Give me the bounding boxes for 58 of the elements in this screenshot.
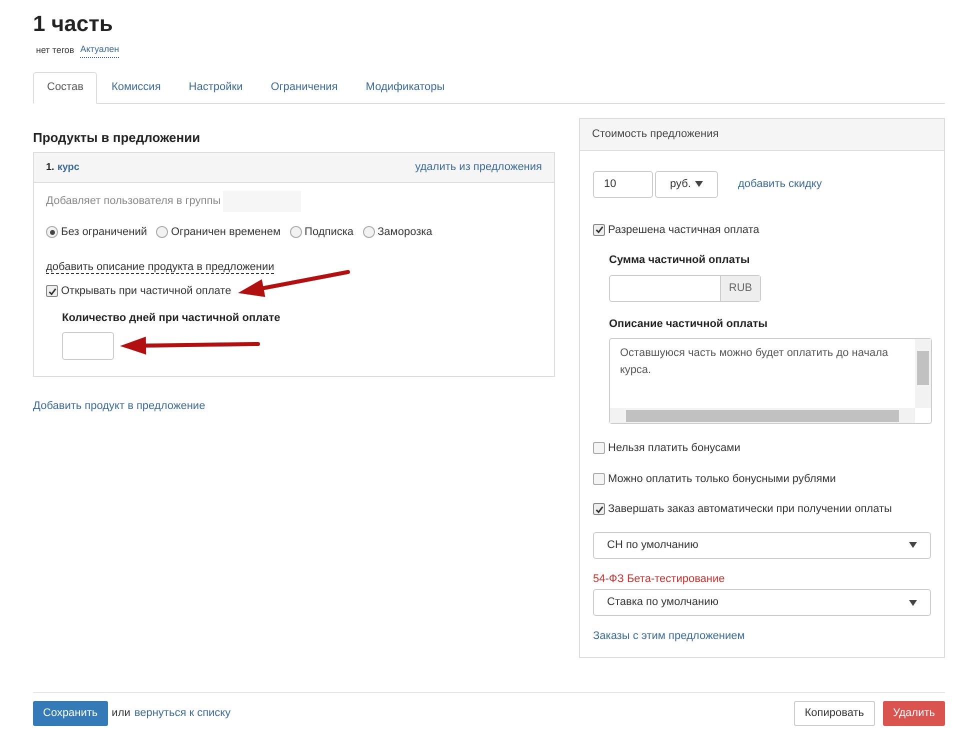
radio-button[interactable] — [156, 226, 168, 238]
radio-label: Без ограничений — [61, 225, 147, 240]
tab[interactable]: Модификаторы — [352, 72, 459, 104]
checkbox[interactable] — [46, 285, 58, 298]
product-link[interactable]: курс — [57, 160, 80, 175]
caret-icon — [695, 181, 703, 187]
days-input[interactable] — [62, 332, 114, 360]
radio-label: Ограничен временем — [171, 225, 281, 240]
field-label: Количество дней при частичной оплате — [62, 310, 282, 326]
vertical-scrollbar[interactable] — [915, 339, 931, 408]
discount-link[interactable]: добавить скидку — [738, 176, 822, 192]
add-product-link[interactable]: Добавить продукт в предложение — [33, 400, 206, 412]
checkbox-label: Разрешена частичная оплата — [608, 222, 760, 238]
page-title: 1 часть — [33, 10, 114, 38]
partial-sum-field[interactable]: RUB — [609, 274, 761, 302]
remove-link[interactable]: удалить из предложения — [415, 159, 542, 176]
radio-button[interactable] — [362, 226, 375, 238]
caret-icon — [909, 542, 917, 548]
save-button[interactable]: Сохранить — [33, 700, 108, 726]
panel-header: Стоимость предложения — [580, 118, 944, 150]
checkbox-label: Нельзя платить бонусами — [608, 441, 740, 456]
tax-rate-select[interactable]: Ставка по умолчанию — [593, 589, 931, 616]
checkbox-label: Завершать заказ автоматически при получении оплаты — [608, 502, 892, 517]
groups-label: Добавляет пользователя в группы — [46, 194, 221, 210]
checkbox-label: Можно оплатить только бонусными рублями — [608, 472, 836, 486]
currency-select[interactable]: руб. — [655, 170, 718, 198]
tab[interactable]: Настройки — [174, 72, 257, 104]
tags-text: нет тегов — [36, 44, 74, 56]
tab[interactable]: Комиссия — [97, 72, 175, 104]
description-textarea[interactable]: Оставшуюся часть можно будет оплатить до начала курса. — [609, 338, 932, 424]
radio-button[interactable] — [46, 226, 58, 238]
radio-label: Подписка — [304, 225, 354, 240]
radio-label: Заморозка — [378, 225, 432, 240]
tab[interactable]: Состав — [33, 72, 98, 104]
or-text: или — [112, 706, 130, 721]
copy-button[interactable]: Копировать — [794, 700, 875, 726]
tab[interactable]: Ограничения — [256, 72, 352, 104]
field-label: Описание частичной оплаты — [609, 316, 769, 332]
checkbox[interactable] — [593, 224, 605, 236]
field-label: Сумма частичной оплаты — [609, 253, 751, 268]
section-heading: Продукты в предложении — [33, 128, 202, 147]
unit-addon: RUB — [720, 276, 760, 300]
description-link[interactable]: добавить описание продукта в предложении — [46, 260, 274, 274]
checkbox[interactable] — [593, 503, 605, 516]
checkbox[interactable] — [593, 442, 605, 454]
orders-link[interactable]: Заказы с этим предложением — [593, 630, 745, 642]
caret-icon — [909, 600, 917, 606]
status-link[interactable]: Актуален — [80, 43, 120, 58]
back-link[interactable]: вернуться к списку — [134, 704, 231, 722]
radio-button[interactable] — [290, 226, 302, 238]
checkbox[interactable] — [593, 472, 605, 485]
checkbox-label: Открывать при частичной оплате — [61, 284, 232, 299]
tax-system-select[interactable]: СН по умолчанию — [593, 532, 931, 558]
product-number: 1. — [46, 161, 54, 175]
delete-button[interactable]: Удалить — [883, 700, 945, 726]
beta-label: 54-ФЗ Бета-тестирование — [593, 572, 726, 586]
amount-field[interactable]: 10 — [593, 170, 653, 198]
horizontal-scrollbar[interactable] — [610, 408, 915, 423]
